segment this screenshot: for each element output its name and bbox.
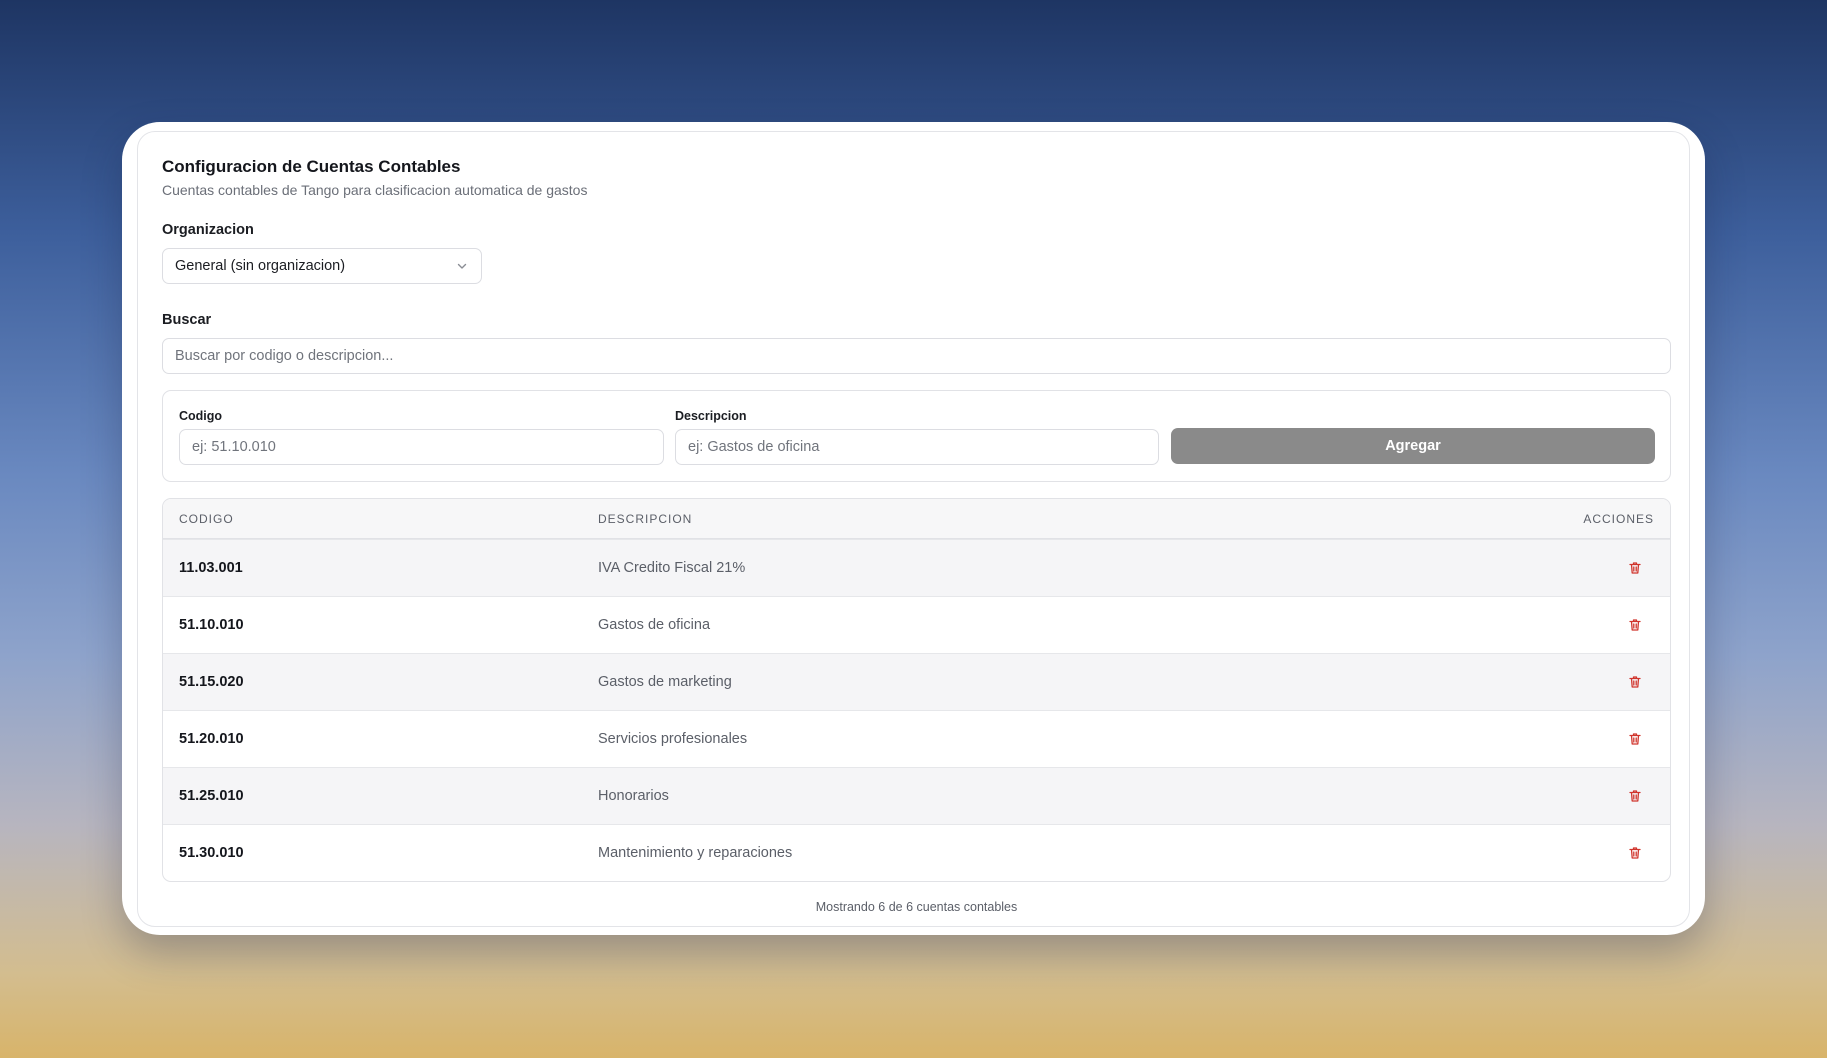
organization-selected-value: General (sin organizacion)	[175, 258, 346, 274]
table-row: 51.30.010 Mantenimiento y reparaciones	[163, 824, 1670, 881]
column-header-description: DESCRIPCION	[598, 511, 693, 526]
table-row: 51.10.010 Gastos de oficina	[163, 596, 1670, 653]
account-description: Mantenimiento y reparaciones	[598, 845, 793, 861]
app-window: Configuracion de Cuentas Contables Cuent…	[122, 122, 1705, 935]
trash-icon[interactable]	[1624, 728, 1646, 750]
table-row: 51.25.010 Honorarios	[163, 767, 1670, 824]
account-code: 51.15.020	[179, 674, 244, 690]
trash-icon[interactable]	[1624, 671, 1646, 693]
description-label: Descripcion	[675, 409, 747, 423]
organization-select[interactable]: General (sin organizacion)	[162, 248, 482, 284]
account-code: 51.20.010	[179, 731, 244, 747]
table-footer-count: Mostrando 6 de 6 cuentas contables	[815, 900, 1018, 914]
account-description: Gastos de marketing	[598, 674, 732, 690]
table-row: 51.15.020 Gastos de marketing	[163, 653, 1670, 710]
account-code: 51.10.010	[179, 617, 244, 633]
table-header: CODIGO DESCRIPCION ACCIONES	[163, 499, 1670, 539]
settings-card: Configuracion de Cuentas Contables Cuent…	[137, 131, 1690, 927]
account-description: Honorarios	[598, 788, 669, 804]
column-header-code: CODIGO	[179, 511, 234, 526]
trash-icon[interactable]	[1624, 785, 1646, 807]
account-code: 11.03.001	[179, 560, 243, 576]
trash-icon[interactable]	[1624, 842, 1646, 864]
trash-icon[interactable]	[1624, 614, 1646, 636]
account-description: IVA Credito Fiscal 21%	[598, 560, 746, 576]
description-input[interactable]	[675, 429, 1159, 465]
column-header-actions: ACCIONES	[1583, 511, 1654, 526]
add-account-form: Codigo Descripcion Agregar	[162, 390, 1671, 482]
code-field-group: Codigo	[179, 407, 664, 465]
code-label: Codigo	[179, 409, 223, 423]
chevron-down-icon	[455, 259, 469, 273]
code-input[interactable]	[179, 429, 664, 465]
add-button[interactable]: Agregar	[1171, 428, 1655, 464]
table-row: 51.20.010 Servicios profesionales	[163, 710, 1670, 767]
account-description: Gastos de oficina	[598, 617, 711, 633]
account-code: 51.25.010	[179, 788, 244, 804]
account-description: Servicios profesionales	[598, 731, 748, 747]
page-title: Configuracion de Cuentas Contables	[162, 157, 461, 176]
description-field-group: Descripcion	[675, 407, 1159, 465]
organization-label: Organizacion	[162, 222, 254, 238]
page-subtitle: Cuentas contables de Tango para clasific…	[162, 182, 588, 198]
trash-icon[interactable]	[1624, 557, 1646, 579]
accounts-table: CODIGO DESCRIPCION ACCIONES 11.03.001 IV…	[162, 498, 1671, 882]
account-code: 51.30.010	[179, 845, 244, 861]
search-label: Buscar	[162, 312, 212, 328]
table-row: 11.03.001 IVA Credito Fiscal 21%	[163, 539, 1670, 596]
search-input[interactable]	[162, 338, 1671, 374]
